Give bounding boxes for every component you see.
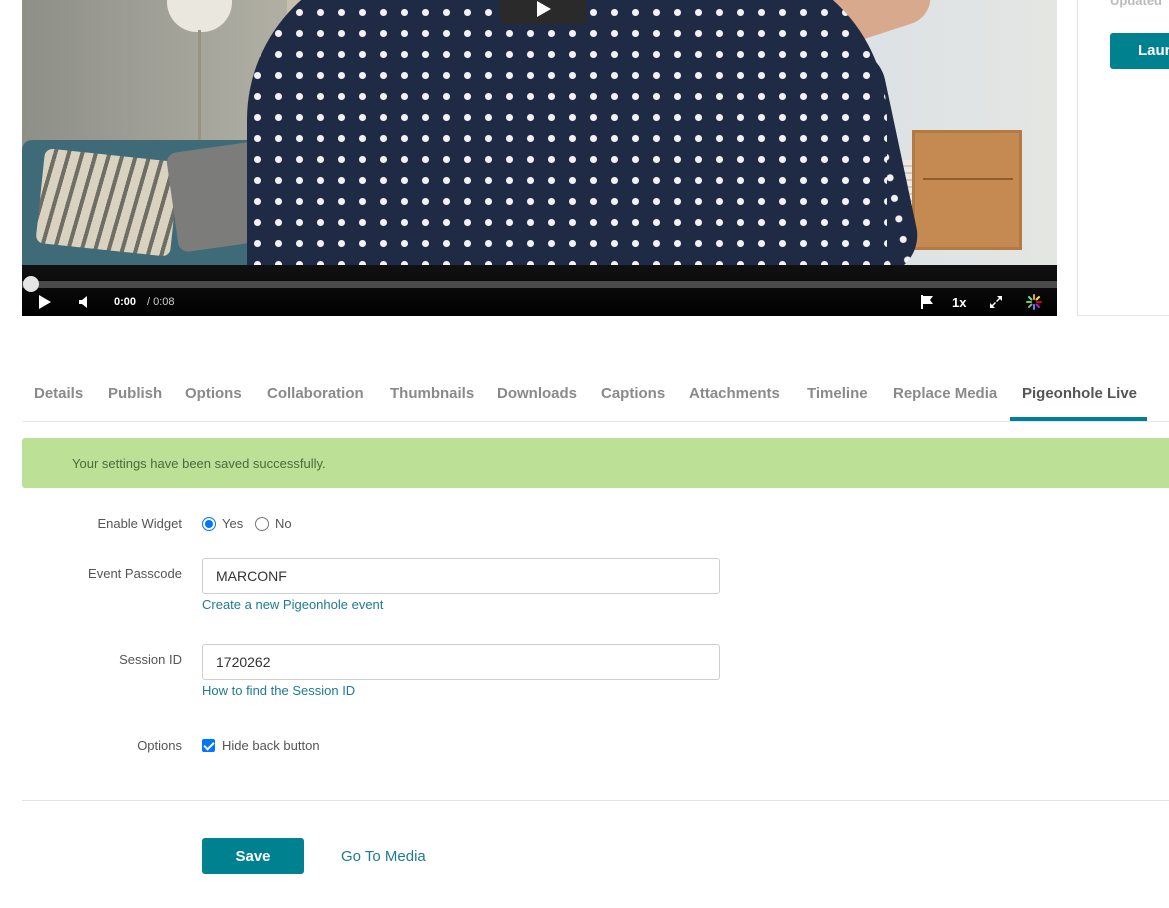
tab-details[interactable]: Details <box>34 385 83 421</box>
tab-pigeonhole-live[interactable]: Pigeonhole Live <box>1022 385 1137 421</box>
progress-scrubber[interactable] <box>23 276 39 292</box>
tab-collaboration[interactable]: Collaboration <box>267 385 364 421</box>
video-player[interactable]: 0:00 / 0:08 1x <box>22 0 1057 316</box>
speaker-icon <box>79 296 87 308</box>
play-button[interactable] <box>36 293 54 311</box>
tab-thumbnails[interactable]: Thumbnails <box>390 385 474 421</box>
create-pigeonhole-event-link[interactable]: Create a new Pigeonhole event <box>202 597 383 612</box>
save-button[interactable]: Save <box>202 838 304 874</box>
volume-button[interactable] <box>76 293 92 311</box>
big-play-button[interactable] <box>500 0 586 24</box>
hide-back-button-checkbox[interactable] <box>202 739 215 752</box>
duration: / 0:08 <box>147 296 175 308</box>
enable-widget-yes-radio[interactable] <box>202 517 216 531</box>
launch-button[interactable]: Laun <box>1110 33 1169 69</box>
tab-replace-media[interactable]: Replace Media <box>893 385 997 421</box>
go-to-media-link[interactable]: Go To Media <box>341 848 426 865</box>
flag-icon <box>921 295 933 309</box>
media-edit-tabs: Details Publish Options Collaboration Th… <box>22 372 1169 422</box>
active-tab-indicator <box>1010 417 1147 421</box>
enable-widget-no-radio[interactable] <box>255 517 269 531</box>
kaltura-logo-icon <box>1026 294 1042 310</box>
video-scene-cabinet <box>912 130 1022 250</box>
session-id-label: Session ID <box>119 652 182 667</box>
expand-icon <box>990 296 1002 308</box>
event-passcode-label: Event Passcode <box>88 566 182 581</box>
enable-widget-yes-label[interactable]: Yes <box>222 516 243 531</box>
event-passcode-input[interactable] <box>202 558 720 594</box>
enable-widget-no-label[interactable]: No <box>275 516 292 531</box>
video-frame[interactable] <box>22 0 1057 265</box>
find-session-id-link[interactable]: How to find the Session ID <box>202 683 355 698</box>
session-id-input[interactable] <box>202 644 720 680</box>
video-scene-person <box>247 0 887 265</box>
tab-attachments[interactable]: Attachments <box>689 385 780 421</box>
enable-widget-label: Enable Widget <box>97 516 182 531</box>
video-scene-lamp <box>167 0 232 32</box>
side-panel: Updated Laun <box>1077 0 1169 316</box>
tab-publish[interactable]: Publish <box>108 385 162 421</box>
fullscreen-button[interactable] <box>987 293 1005 311</box>
progress-bar[interactable] <box>22 281 1057 288</box>
tab-downloads[interactable]: Downloads <box>497 385 577 421</box>
form-divider <box>22 800 1169 801</box>
current-time: 0:00 <box>114 296 137 308</box>
success-message: Your settings have been saved successful… <box>72 456 326 471</box>
kaltura-logo-button[interactable] <box>1025 293 1043 311</box>
player-control-bar: 0:00 / 0:08 1x <box>22 265 1057 316</box>
options-label: Options <box>137 738 182 753</box>
play-icon <box>39 295 51 309</box>
tab-options[interactable]: Options <box>185 385 242 421</box>
success-banner: Your settings have been saved successful… <box>22 438 1169 488</box>
updated-label: Updated <box>1110 0 1162 8</box>
hide-back-button-label[interactable]: Hide back button <box>222 738 320 753</box>
playback-speed-button[interactable]: 1x <box>952 293 966 311</box>
video-scene-cushion <box>35 148 180 257</box>
report-button[interactable] <box>918 293 936 311</box>
tab-timeline[interactable]: Timeline <box>807 385 868 421</box>
video-scene-lamp-pole <box>198 30 201 150</box>
tab-captions[interactable]: Captions <box>601 385 665 421</box>
